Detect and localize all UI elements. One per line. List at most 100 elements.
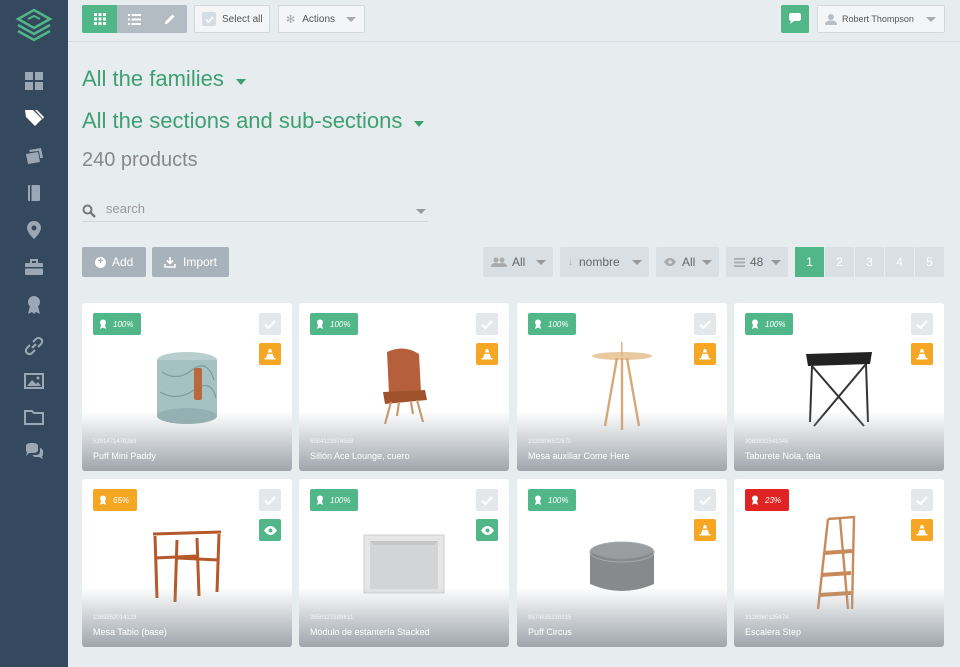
product-card[interactable]: 100% 2139806522670 Mesa auxiliar Come He… (517, 303, 727, 471)
product-card[interactable]: 23% 3128960125474 Escalera Step (734, 479, 944, 647)
product-card[interactable]: 100% 6584123974568 Sillón Ace Lounge, cu… (299, 303, 509, 471)
product-card[interactable]: 100% 3069832541045 Taburete Nola, tela (734, 303, 944, 471)
completeness-badge: 100% (528, 489, 577, 511)
sections-dropdown[interactable]: All the sections and sub-sections (82, 108, 425, 134)
award-ribbon-icon (317, 319, 323, 329)
product-count: 240 products (82, 149, 198, 171)
nav-awards[interactable] (0, 287, 68, 323)
product-card[interactable]: 100% 9874635210215 Puff Circus (517, 479, 727, 647)
select-checkbox[interactable] (694, 489, 716, 511)
product-code: 1369852014123 (93, 615, 137, 621)
page-3-button[interactable]: 3 (855, 247, 884, 277)
list-view-button[interactable] (117, 5, 152, 33)
nav-media[interactable] (0, 363, 68, 399)
per-page-dropdown[interactable]: 48 (726, 247, 788, 277)
nav-catalogs[interactable] (0, 175, 68, 211)
actions-dropdown[interactable]: ✻ Actions (278, 5, 365, 33)
add-button[interactable]: + Add (82, 247, 146, 277)
dashboard-grid-icon (25, 72, 43, 90)
select-checkbox[interactable] (259, 489, 281, 511)
image-icon (24, 373, 44, 389)
nav-products[interactable] (0, 100, 68, 136)
product-code: 5201471470369 (93, 439, 137, 445)
status-button[interactable] (911, 343, 933, 365)
select-checkbox[interactable] (694, 313, 716, 335)
chevron-down-icon (235, 79, 246, 85)
tags-icon (25, 110, 44, 126)
pencil-icon (164, 14, 174, 24)
book-icon (28, 185, 40, 201)
users-filter[interactable]: All (483, 247, 553, 277)
user-menu[interactable]: Robert Thompson (817, 5, 945, 33)
status-button[interactable] (694, 519, 716, 541)
product-card[interactable]: 100% 3650127889631 Módulo de estantería … (299, 479, 509, 647)
select-checkbox[interactable] (911, 313, 933, 335)
plus-icon: + (95, 256, 106, 268)
completeness-badge: 65% (93, 489, 138, 511)
sort-arrow-icon: ↓ (568, 256, 573, 268)
traffic-cone-icon (699, 525, 711, 536)
product-card[interactable]: 65% 1369852014123 Mesa Tablo (base) (82, 479, 292, 647)
chevron-down-icon (414, 121, 425, 127)
nav-images[interactable] (0, 138, 68, 174)
completeness-badge: 100% (310, 313, 359, 335)
search-input[interactable] (106, 201, 396, 216)
chevron-down-icon (536, 260, 546, 265)
page-1-button[interactable]: 1 (795, 247, 824, 277)
search-icon (82, 204, 96, 218)
photos-icon (26, 148, 43, 164)
completeness-badge: 100% (93, 313, 142, 335)
search-bar (82, 196, 428, 222)
chat-button[interactable] (781, 5, 809, 33)
grid-view-button[interactable] (82, 5, 117, 33)
user-name: Robert Thompson (842, 14, 914, 24)
nav-links[interactable] (0, 328, 68, 364)
product-code: 9874635210215 (528, 615, 572, 621)
award-ribbon-icon (28, 296, 40, 314)
app-logo[interactable] (14, 8, 54, 42)
product-name: Taburete Nola, tela (745, 451, 821, 461)
nav-files[interactable] (0, 399, 68, 435)
page-5-button[interactable]: 5 (915, 247, 944, 277)
select-checkbox[interactable] (911, 489, 933, 511)
status-button[interactable] (694, 343, 716, 365)
view-mode-toggle (82, 5, 187, 33)
sort-dropdown[interactable]: ↓ nombre (560, 247, 649, 277)
nav-locations[interactable] (0, 212, 68, 248)
visibility-filter[interactable]: All (656, 247, 719, 277)
page-4-button[interactable]: 4 (885, 247, 914, 277)
folder-icon (24, 410, 44, 425)
status-button[interactable] (259, 343, 281, 365)
chevron-down-icon (702, 260, 712, 265)
nav-dashboard[interactable] (0, 63, 68, 99)
status-button[interactable] (259, 519, 281, 541)
traffic-cone-icon (699, 349, 711, 360)
families-title: All the families (82, 66, 224, 91)
user-avatar-icon (824, 12, 838, 26)
select-checkbox[interactable] (476, 313, 498, 335)
checkmark-icon (916, 495, 928, 505)
product-card[interactable]: 100% 5201471470369 Puff Mini Paddy (82, 303, 292, 471)
checkmark-icon (481, 319, 493, 329)
checkmark-icon (916, 319, 928, 329)
status-button[interactable] (476, 343, 498, 365)
import-button[interactable]: Import (152, 247, 229, 277)
completeness-badge: 100% (745, 313, 794, 335)
status-button[interactable] (476, 519, 498, 541)
select-all-button[interactable]: Select all (194, 5, 270, 33)
checkmark-icon (264, 495, 276, 505)
completeness-value: 65% (113, 495, 130, 505)
page-2-button[interactable]: 2 (825, 247, 854, 277)
list-icon (128, 13, 141, 25)
select-checkbox[interactable] (259, 313, 281, 335)
search-options-chevron-icon[interactable] (416, 209, 426, 214)
completeness-value: 100% (548, 495, 569, 505)
select-checkbox[interactable] (476, 489, 498, 511)
status-button[interactable] (911, 519, 933, 541)
nav-suppliers[interactable] (0, 249, 68, 285)
nav-comments[interactable] (0, 434, 68, 470)
edit-view-button[interactable] (152, 5, 187, 33)
import-label: Import (183, 255, 218, 269)
families-dropdown[interactable]: All the families (82, 66, 246, 92)
chevron-down-icon (632, 260, 642, 265)
